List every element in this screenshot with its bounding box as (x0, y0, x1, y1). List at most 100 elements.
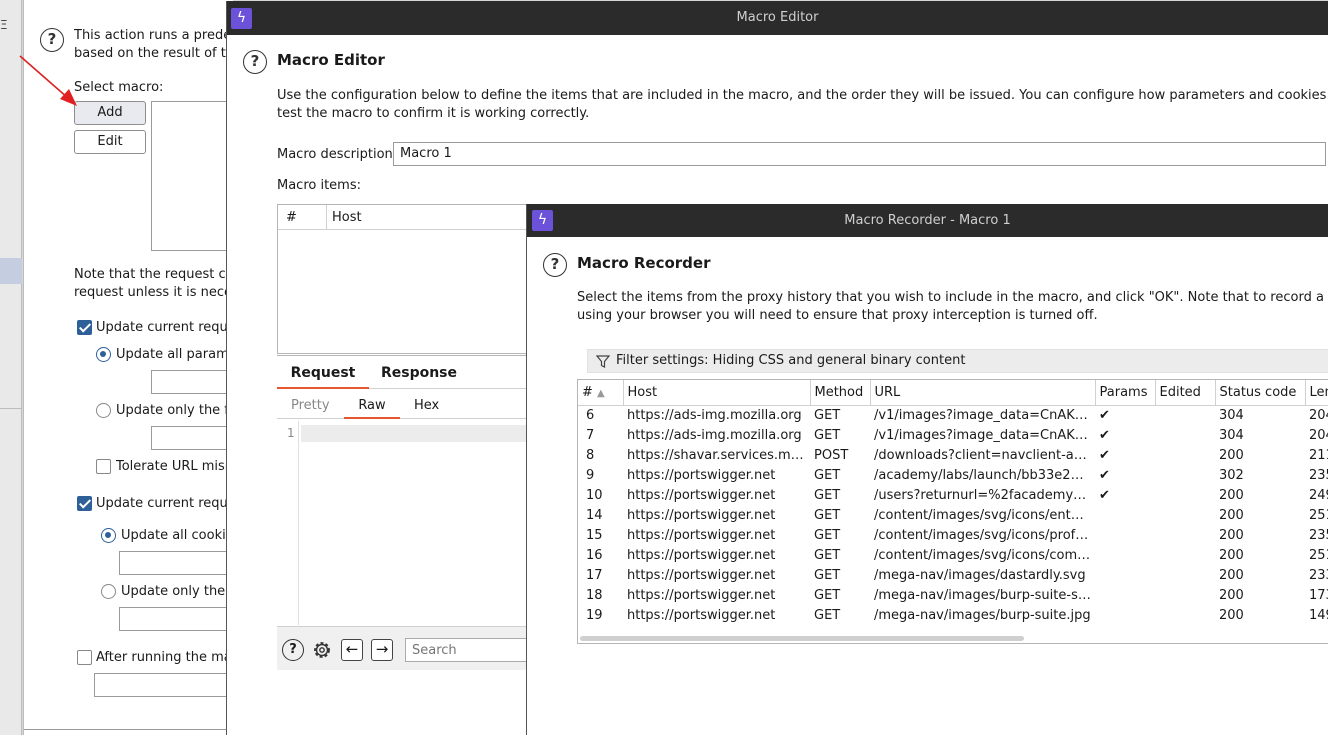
filter-text: Filter settings: Hiding CSS and general … (616, 353, 966, 368)
table-row[interactable]: 16 https://portswigger.net GET/content/ima… (578, 545, 1328, 565)
tab-request[interactable]: Request (277, 356, 369, 389)
table-row[interactable]: 10 https://portswigger.net GET/users?retur… (578, 485, 1328, 505)
update-all-params-radio[interactable] (96, 347, 111, 362)
cell-method: GET (814, 407, 841, 423)
table-row[interactable]: 18 https://portswigger.net GET/mega-nav/im… (578, 585, 1328, 605)
cell-status: 200 (1219, 507, 1244, 523)
cell-status: 302 (1219, 467, 1244, 483)
cell-method: GET (814, 427, 841, 443)
cell-num: 18 (586, 587, 603, 603)
update-only-cookies-radio[interactable] (101, 584, 116, 599)
horizontal-scrollbar[interactable] (580, 636, 1024, 641)
cell-num: 10 (586, 487, 603, 503)
column-header-host[interactable]: Host (623, 380, 811, 406)
macro-description-input[interactable]: Macro 1 (393, 142, 1326, 166)
cell-host: https://shavar.services.mozil... (627, 447, 810, 463)
cookies-field-2[interactable] (119, 607, 231, 631)
editor-help-icon[interactable]: ? (243, 50, 267, 74)
update-only-cookies-label: Update only the f (121, 584, 234, 599)
cell-host: https://portswigger.net (627, 507, 776, 523)
after-running-field[interactable] (94, 673, 231, 697)
table-row[interactable]: 9 https://portswigger.net GET/academy/labs… (578, 465, 1328, 485)
cell-params: ✔ (1099, 427, 1110, 443)
macro-items-table[interactable]: # Host (277, 204, 538, 354)
column-header-num[interactable]: # ▲ (578, 380, 624, 406)
macro-list[interactable] (151, 101, 231, 251)
cell-edited (1155, 445, 1215, 465)
macro-editor-window-title: Macro Editor (736, 10, 819, 25)
table-row[interactable]: 17 https://portswigger.net GET/mega-nav/im… (578, 565, 1328, 585)
items-col-num[interactable]: # (286, 210, 297, 225)
note-text-1: Note that the request curr (74, 267, 245, 282)
cell-status: 200 (1219, 447, 1244, 463)
bottom-help-icon[interactable]: ? (282, 639, 304, 661)
cell-num: 17 (586, 567, 603, 583)
cell-status: 304 (1219, 427, 1244, 443)
cell-edited (1155, 505, 1215, 525)
subtab-pretty[interactable]: Pretty (291, 398, 330, 413)
after-running-checkbox[interactable] (77, 650, 92, 665)
cell-host: https://portswigger.net (627, 467, 776, 483)
cell-params: ✔ (1099, 467, 1110, 483)
cell-url: /users?returnurl=%2facademy%2fl... (874, 487, 1095, 503)
cookies-field-1[interactable] (119, 551, 231, 575)
update-cookies-checkbox[interactable] (77, 496, 92, 511)
macro-editor-titlebar[interactable]: ϟ Macro Editor (227, 1, 1328, 35)
subtab-raw[interactable]: Raw (344, 393, 400, 419)
annotation-arrow-icon (19, 55, 77, 106)
filter-bar[interactable]: Filter settings: Hiding CSS and general … (587, 349, 1328, 373)
macro-recorder-heading: Macro Recorder (577, 254, 711, 272)
column-header-method[interactable]: Method (810, 380, 871, 406)
update-params-checkbox[interactable] (77, 320, 92, 335)
update-all-params-label: Update all parame (116, 347, 237, 362)
edit-macro-button[interactable]: Edit (74, 130, 146, 154)
table-row[interactable]: 7 https://ads-img.mozilla.org GET/v1/image… (578, 425, 1328, 445)
settings-gear-icon[interactable] (311, 639, 333, 661)
update-all-cookies-label: Update all cookies (121, 528, 241, 543)
cell-edited (1155, 405, 1215, 425)
items-col-host[interactable]: Host (332, 210, 362, 225)
table-row[interactable]: 6 https://ads-img.mozilla.org GET/v1/image… (578, 405, 1328, 425)
update-all-cookies-radio[interactable] (101, 528, 116, 543)
table-row[interactable]: 19 https://portswigger.net GET/mega-nav/im… (578, 605, 1328, 625)
recorder-help-icon[interactable]: ? (543, 253, 567, 277)
cell-status: 200 (1219, 527, 1244, 543)
cell-edited (1155, 525, 1215, 545)
recorder-burp-logo-icon: ϟ (532, 210, 553, 231)
cell-params (1095, 545, 1155, 565)
params-field-2[interactable] (151, 426, 231, 450)
editor-desc-1: Use the configuration below to define th… (277, 88, 1327, 103)
cell-status: 200 (1219, 547, 1244, 563)
forward-arrow-icon[interactable]: → (371, 639, 393, 661)
macro-editor-heading: Macro Editor (277, 51, 385, 69)
tolerate-url-checkbox[interactable] (96, 459, 111, 474)
macro-recorder-titlebar[interactable]: ϟ Macro Recorder - Macro 1 (527, 204, 1328, 237)
column-header-params[interactable]: Params (1095, 380, 1156, 406)
table-row[interactable]: 15 https://portswigger.net GET/content/ima… (578, 525, 1328, 545)
update-params-label: Update current reque (96, 320, 236, 335)
column-header-status[interactable]: Status code (1215, 380, 1306, 406)
table-row[interactable]: 8 https://shavar.services.mozil... POST/do… (578, 445, 1328, 465)
update-only-params-radio[interactable] (96, 403, 111, 418)
params-field-1[interactable] (151, 370, 231, 394)
search-input[interactable] (405, 638, 537, 662)
tab-response[interactable]: Response (377, 356, 461, 389)
cell-method: GET (814, 467, 841, 483)
cell-params (1095, 525, 1155, 545)
intro-text-1: This action runs a predefin (74, 28, 248, 43)
cell-params: ✔ (1099, 487, 1110, 503)
intro-text-2: based on the result of the (74, 46, 243, 61)
cell-method: GET (814, 567, 841, 583)
cell-method: GET (814, 487, 841, 503)
back-arrow-icon[interactable]: ← (341, 639, 363, 661)
message-editor[interactable]: 1 (277, 421, 537, 625)
cell-len: 173 (1309, 587, 1328, 603)
column-header-len[interactable]: Len (1305, 380, 1328, 406)
cell-edited (1155, 465, 1215, 485)
column-header-edited[interactable]: Edited (1155, 380, 1216, 406)
column-header-url[interactable]: URL (870, 380, 1096, 406)
table-row[interactable]: 14 https://portswigger.net GET/content/ima… (578, 505, 1328, 525)
cell-method: GET (814, 507, 841, 523)
subtab-hex[interactable]: Hex (414, 398, 439, 413)
proxy-history-table[interactable]: # ▲ Host Method URL Params Edited Status… (577, 379, 1328, 644)
